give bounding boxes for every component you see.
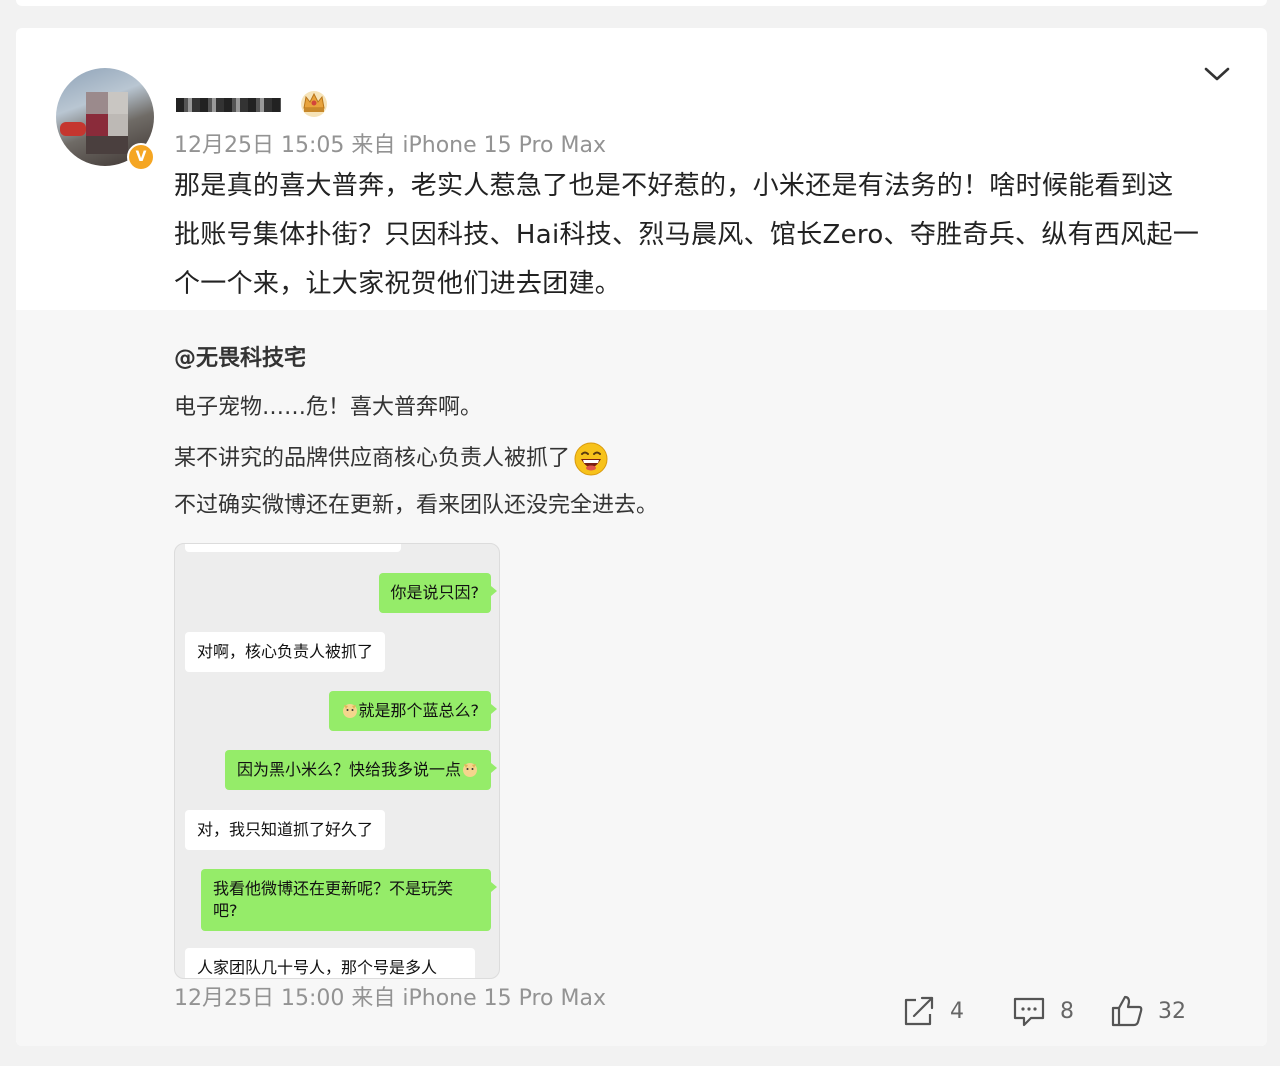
chat-bubble-text: 我看他微博还在更新呢？不是玩笑 (213, 879, 454, 898)
chat-bubble-me: 就是那个蓝总么? (328, 691, 497, 731)
chevron-down-icon[interactable] (1202, 62, 1232, 86)
like-count: 32 (1158, 998, 1186, 1024)
repost-author-link[interactable]: @无畏科技宅 (174, 344, 306, 374)
weibo-post-card: V 12月25日 15:05 来自 iPhone 15 Pro Max 那是真的… (16, 28, 1267, 1046)
post-time-source: 12月25日 15:05 来自 iPhone 15 Pro Max (174, 133, 606, 158)
comment-count: 8 (1060, 998, 1074, 1024)
chat-bubble-text: 因为黑小米么？快给我多说一点 (236, 760, 461, 779)
username[interactable] (176, 92, 281, 114)
chat-bubble-me: 你是说只因? (378, 573, 497, 613)
chat-bubble-them: 对，我只知道抓了好久了 (185, 810, 386, 850)
chat-bubble-text: 就是那个蓝总么? (358, 701, 480, 720)
chat-bubble-text: 吧? (213, 901, 238, 920)
reposted-content[interactable]: @无畏科技宅 电子宠物……危！喜大普奔啊。 某不讲究的品牌供应商核心负责人被抓了… (16, 310, 1267, 1046)
repost-text-line: 不过确实微博还在更新，看来团队还没完全进去。 (174, 493, 659, 518)
chat-bubble-them: 对啊，核心负责人被抓了 (185, 632, 386, 672)
like-button[interactable]: 32 (1110, 994, 1186, 1028)
chat-bubble-me: 因为黑小米么？快给我多说一点 (224, 750, 498, 790)
chat-bubble-cut (185, 544, 401, 552)
repost-text-line: 某不讲究的品牌供应商核心负责人被抓了 (174, 442, 608, 476)
previous-post-card-edge (16, 0, 1267, 6)
chat-bubble-them: 人家团队几十号人，那个号是多人 (185, 948, 475, 978)
comment-button[interactable]: 8 (1012, 994, 1074, 1028)
chat-screenshot-image[interactable]: 你是说只因? 对啊，核心负责人被抓了 就是那个蓝总么? 因为黑小米么？快给我多说… (174, 543, 500, 979)
repost-icon (904, 996, 934, 1026)
repost-count: 4 (950, 998, 964, 1024)
verified-icon: V (127, 143, 155, 171)
crown-badge-icon[interactable] (296, 88, 332, 118)
laugh-emoji-icon (574, 442, 608, 476)
comment-icon (1013, 997, 1045, 1027)
post-text-line: 个一个来，让大家祝贺他们进去团建。 (174, 269, 622, 299)
dog-emoji-icon (342, 704, 357, 718)
repost-text-line: 电子宠物……危！喜大普奔啊。 (174, 395, 483, 420)
chat-bubble-me: 我看他微博还在更新呢？不是玩笑 吧? (201, 869, 497, 931)
repost-time-source: 12月25日 15:00 来自 iPhone 15 Pro Max (174, 986, 606, 1011)
dog-emoji-icon (463, 763, 477, 777)
like-icon (1111, 995, 1143, 1027)
repost-button[interactable]: 4 (902, 994, 964, 1028)
post-text-line: 那是真的喜大普奔，老实人惹急了也是不好惹的，小米还是有法务的！啥时候能看到这 (174, 171, 1174, 201)
post-text-line: 批账号集体扑街？只因科技、Hai科技、烈马晨风、馆长Zero、夺胜奇兵、纵有西风… (174, 220, 1200, 250)
post-text: 那是真的喜大普奔，老实人惹急了也是不好惹的，小米还是有法务的！啥时候能看到这 批… (174, 162, 1244, 309)
username-mosaic (176, 98, 281, 112)
repost-text-span: 某不讲究的品牌供应商核心负责人被抓了 (174, 446, 571, 471)
